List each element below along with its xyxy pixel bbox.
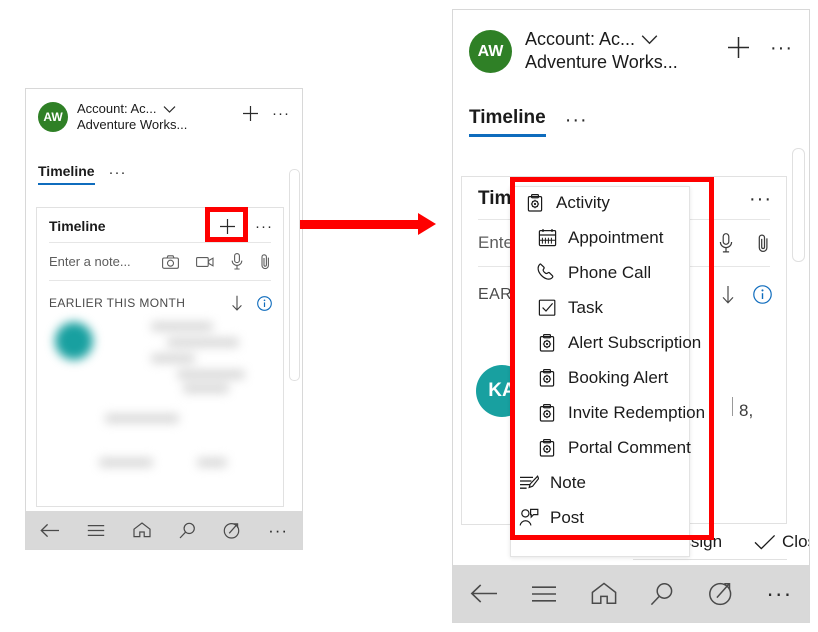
ellipsis-icon[interactable]: ··· (272, 106, 290, 121)
left-card-title: Timeline (49, 218, 106, 234)
account-line-1-row: Account: Ac... (77, 101, 242, 117)
blurred-timeline-record (47, 316, 285, 476)
right-card-title: Tim (478, 188, 512, 209)
account-line-2: Adventure Works... (525, 51, 678, 72)
tab-active-underline (469, 133, 546, 137)
note-action-icons (162, 253, 271, 270)
arrow-shaft (300, 220, 420, 229)
scroll-rail[interactable] (792, 148, 805, 262)
more-icon[interactable]: ··· (268, 522, 288, 539)
microphone-icon[interactable] (719, 233, 733, 253)
video-icon[interactable] (196, 256, 214, 268)
check-icon (754, 534, 776, 550)
tab-overflow-icon[interactable]: ··· (565, 105, 588, 130)
account-line-1: Account: Ac... (77, 101, 157, 116)
blurred-text-line (99, 458, 153, 467)
home-icon[interactable] (591, 582, 617, 605)
back-icon[interactable] (470, 583, 498, 604)
right-tab-row: Timeline ··· (453, 73, 809, 137)
account-line-1: Account: Ac... (525, 29, 636, 49)
plus-icon[interactable] (242, 105, 259, 122)
account-name-block: Account: Ac... Adventure Works... (77, 101, 242, 134)
highlight-box-menu (510, 177, 714, 540)
record-date-caret (732, 397, 733, 416)
account-name-block: Account: Ac... Adventure Works... (525, 28, 727, 73)
account-line-2: Adventure Works... (77, 117, 188, 133)
tab-timeline[interactable]: Timeline (469, 106, 546, 137)
left-tab-row: Timeline ··· (26, 134, 302, 185)
plus-icon[interactable] (727, 36, 750, 59)
tab-overflow-icon[interactable]: ··· (109, 162, 127, 180)
note-input-placeholder[interactable]: Enter a note... (49, 254, 131, 269)
attachment-icon[interactable] (757, 233, 770, 253)
blurred-text-line (151, 322, 213, 331)
header-actions: ··· (242, 105, 290, 122)
tab-timeline[interactable]: Timeline (38, 162, 95, 185)
attachment-icon[interactable] (260, 253, 271, 270)
section-label: EARLIER THIS MONTH (49, 296, 186, 310)
tab-timeline-label: Timeline (38, 162, 95, 179)
avatar-initials: AW (477, 42, 504, 60)
right-account-header: AW Account: Ac... Adventure Works... ··· (453, 10, 809, 73)
menu-icon[interactable] (87, 524, 105, 537)
more-icon[interactable]: ··· (766, 582, 792, 605)
blurred-text-line (197, 458, 227, 467)
arrow-down-icon[interactable] (721, 285, 735, 304)
avatar[interactable]: AW (38, 102, 68, 132)
home-icon[interactable] (133, 522, 151, 538)
left-phone-screen: AW Account: Ac... Adventure Works... ···… (26, 89, 302, 549)
back-icon[interactable] (40, 523, 60, 538)
blurred-text-line (177, 370, 245, 379)
ellipsis-icon[interactable]: ··· (770, 38, 793, 58)
avatar-initials: AW (43, 110, 63, 124)
avatar[interactable]: AW (469, 30, 512, 73)
left-system-navbar: ··· (26, 511, 302, 549)
right-arrow-icon (418, 213, 436, 235)
close-label: Close (782, 531, 809, 551)
close-button[interactable]: Close (738, 532, 809, 552)
blurred-text-line (167, 338, 239, 347)
microphone-icon[interactable] (231, 253, 243, 270)
left-phone-frame: AW Account: Ac... Adventure Works... ···… (25, 88, 303, 550)
blurred-text-line (183, 384, 229, 393)
menu-icon[interactable] (531, 585, 557, 603)
arrow-down-icon[interactable] (231, 295, 243, 311)
note-input-placeholder[interactable]: Ente (478, 233, 513, 253)
info-icon[interactable] (753, 285, 772, 304)
tab-active-underline (38, 182, 95, 185)
account-line-1-row: Account: Ac... (525, 28, 727, 51)
card-overflow-icon[interactable]: ··· (255, 219, 273, 234)
blurred-text-line (105, 414, 179, 423)
scroll-rail[interactable] (289, 169, 300, 381)
left-section-row: EARLIER THIS MONTH (37, 281, 283, 319)
left-account-header: AW Account: Ac... Adventure Works... ··· (26, 89, 302, 134)
info-icon[interactable] (257, 295, 272, 311)
right-system-navbar: ··· (453, 565, 809, 622)
record-date-fragment: 8, (739, 401, 754, 420)
search-icon[interactable] (179, 522, 196, 539)
screenshot-root: AW Account: Ac... Adventure Works... ···… (0, 0, 818, 632)
card-overflow-icon[interactable]: ··· (749, 189, 772, 209)
compass-icon[interactable] (708, 581, 733, 606)
left-note-row: Enter a note... (37, 243, 283, 280)
camera-icon[interactable] (162, 254, 179, 269)
blurred-text-line (151, 354, 195, 363)
note-action-icons (719, 233, 770, 253)
header-actions: ··· (727, 36, 793, 59)
highlight-box-plus-button (205, 207, 248, 242)
compass-icon[interactable] (223, 522, 240, 539)
tab-timeline-label: Timeline (469, 106, 546, 128)
chevron-down-icon[interactable] (163, 105, 176, 114)
search-icon[interactable] (650, 582, 674, 606)
blurred-avatar (55, 322, 93, 360)
section-label: EAR (478, 285, 513, 303)
left-timeline-card: Timeline ··· Enter a note... EARLIER THI… (36, 207, 284, 507)
chevron-down-icon[interactable] (641, 34, 658, 45)
